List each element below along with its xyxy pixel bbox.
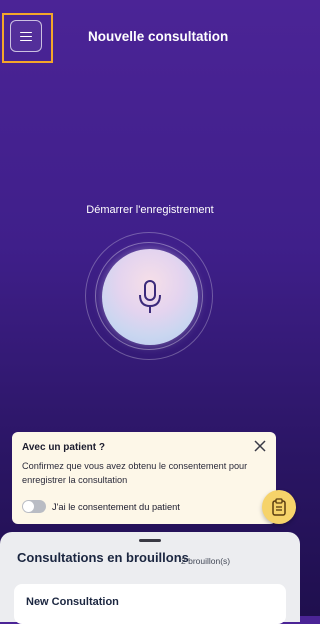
hamburger-menu-icon bbox=[20, 31, 32, 41]
drafts-sheet: Consultations en brouillons 2 brouillon(… bbox=[0, 532, 300, 624]
microphone-icon bbox=[139, 280, 161, 313]
consent-card: Avec un patient ? Confirmez que vous ave… bbox=[12, 432, 276, 524]
drafts-count: 2 brouillon(s) bbox=[181, 556, 231, 566]
clipboard-icon bbox=[272, 498, 286, 516]
consent-toggle[interactable] bbox=[22, 500, 46, 513]
consent-text: Confirmez que vous avez obtenu le consen… bbox=[22, 461, 248, 485]
consent-toggle-label: J'ai le consentement du patient bbox=[52, 501, 180, 512]
notes-fab-button[interactable] bbox=[262, 490, 296, 524]
draft-item[interactable]: New Consultation bbox=[14, 584, 286, 624]
drafts-title: Consultations en brouillons bbox=[17, 550, 189, 565]
sheet-drag-handle[interactable] bbox=[139, 539, 161, 542]
record-button[interactable] bbox=[102, 249, 198, 345]
page-title: Nouvelle consultation bbox=[88, 29, 229, 44]
draft-item-title: New Consultation bbox=[26, 596, 119, 608]
close-icon[interactable] bbox=[253, 439, 267, 453]
consent-toggle-row: J'ai le consentement du patient bbox=[22, 500, 180, 513]
consent-title: Avec un patient ? bbox=[22, 442, 105, 453]
start-recording-label: Démarrer l'enregistrement bbox=[86, 204, 214, 216]
menu-button[interactable] bbox=[10, 20, 42, 52]
